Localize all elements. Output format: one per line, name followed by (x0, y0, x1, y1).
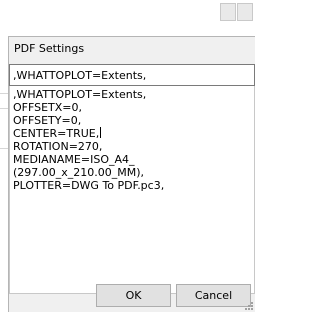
settings-line: MEDIANAME=ISO_A4_ (13, 153, 135, 166)
cancel-button[interactable]: Cancel (176, 284, 251, 307)
settings-line: ,WHATTOPLOT=Extents, (13, 88, 147, 101)
dialog-title: PDF Settings (14, 42, 85, 55)
ok-button[interactable]: OK (96, 284, 171, 307)
settings-line: OFFSETY=0, (13, 114, 82, 127)
background-toolbar-button[interactable] (237, 3, 253, 21)
settings-line: ROTATION=270, (13, 140, 103, 153)
settings-textarea[interactable]: ,WHATTOPLOT=Extents, OFFSETX=0, OFFSETY=… (9, 86, 255, 294)
background-toolbar-button[interactable] (220, 3, 236, 21)
dialog-title-bar[interactable]: PDF Settings (9, 37, 255, 60)
settings-line: CENTER=TRUE, (13, 127, 100, 140)
settings-input-value: ,WHATTOPLOT=Extents, (13, 69, 147, 82)
settings-line-with-caret: CENTER=TRUE, (13, 127, 164, 140)
settings-input[interactable]: ,WHATTOPLOT=Extents, (9, 64, 255, 86)
settings-line: PLOTTER=DWG To PDF.pc3, (13, 179, 165, 192)
text-caret (100, 127, 102, 138)
pdf-settings-dialog: PDF Settings ,WHATTOPLOT=Extents, ,WHATT… (8, 36, 255, 312)
resize-grip-icon[interactable] (245, 302, 254, 311)
settings-line: OFFSETX=0, (13, 101, 83, 114)
settings-line: (297.00_x_210.00_MM), (13, 166, 145, 179)
